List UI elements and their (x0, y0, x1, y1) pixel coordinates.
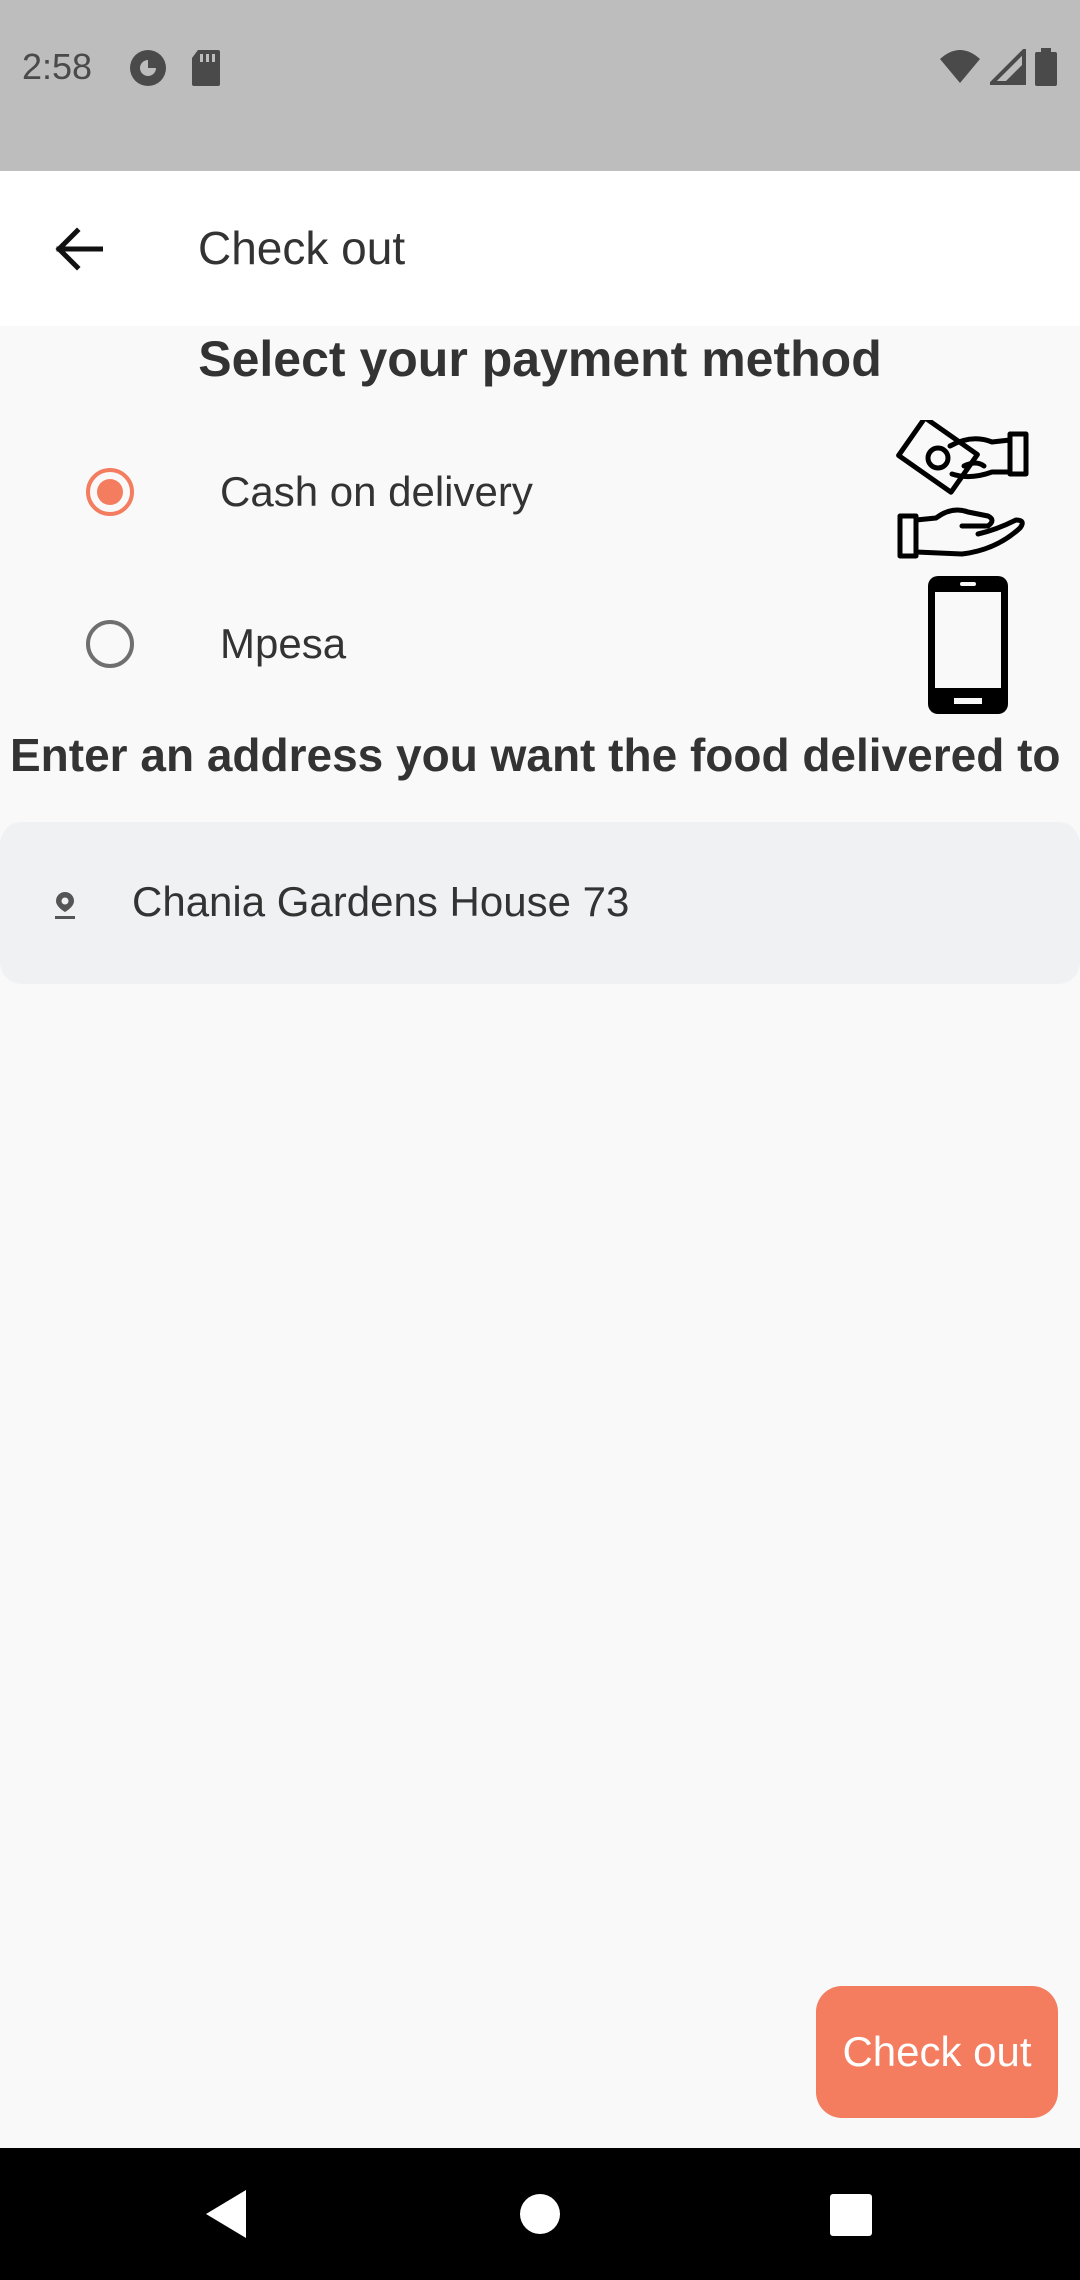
cash-hands-icon (892, 415, 1040, 565)
address-section-title: Enter an address you want the food deliv… (10, 729, 1061, 781)
sd-card-icon (190, 48, 222, 93)
address-value[interactable]: Chania Gardens House 73 (132, 878, 629, 926)
location-pin-icon (52, 890, 78, 925)
wifi-icon (938, 49, 982, 90)
address-field[interactable]: Chania Gardens House 73 (0, 822, 1080, 984)
cash-radio-button[interactable] (86, 468, 134, 516)
status-time: 2:58 (22, 46, 93, 87)
cash-option-label: Cash on delivery (220, 468, 533, 515)
battery-icon (1034, 48, 1058, 91)
mpesa-option-label: Mpesa (220, 620, 347, 667)
app-bar: Check out (0, 171, 1080, 326)
checkout-button[interactable]: Check out (816, 1986, 1058, 2118)
arrow-left-icon (53, 226, 104, 276)
payment-section-title: Select your payment method (198, 331, 882, 387)
back-button[interactable] (40, 213, 116, 289)
back-triangle-icon[interactable] (200, 2184, 252, 2249)
payment-option-mpesa[interactable]: Mpesa (0, 570, 1080, 720)
home-circle-icon[interactable] (516, 2184, 564, 2249)
pocket-casts-icon (128, 48, 168, 93)
status-bar: 2:58 (0, 0, 1080, 171)
page-title: Check out (198, 222, 406, 274)
system-nav-bar (0, 2148, 1080, 2280)
recents-square-icon[interactable] (828, 2184, 874, 2249)
mpesa-radio-button[interactable] (86, 620, 134, 668)
smartphone-icon (926, 574, 1010, 721)
signal-icon (987, 46, 1026, 90)
